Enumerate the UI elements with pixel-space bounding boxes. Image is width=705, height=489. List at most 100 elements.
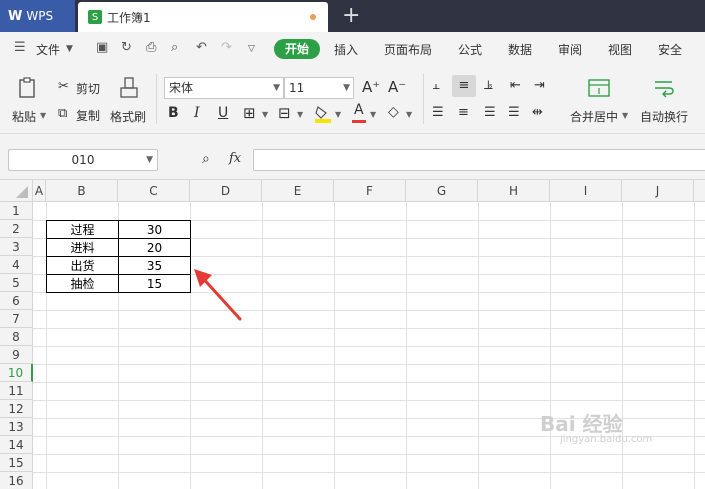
row-header[interactable]: 16 [0, 472, 33, 489]
decrease-indent-icon[interactable]: ⇤ [510, 78, 521, 93]
undo-icon[interactable]: ↶ [196, 40, 207, 55]
fx-icon[interactable]: fx [229, 151, 241, 166]
row-header[interactable]: 4 [0, 256, 33, 274]
merge-center-icon[interactable] [587, 76, 611, 100]
align-right-icon[interactable]: ☰ [484, 105, 496, 120]
column-header[interactable]: D [190, 180, 262, 202]
table-cell[interactable]: 进料 [47, 239, 118, 257]
row-header[interactable]: 14 [0, 436, 33, 454]
font-name-select[interactable]: 宋体 ▼ [164, 77, 284, 99]
column-header[interactable]: E [262, 180, 334, 202]
tab-start[interactable]: 开始 [274, 39, 320, 59]
bold-button[interactable]: B [168, 105, 179, 121]
table-cell[interactable]: 过程 [47, 221, 118, 239]
font-size-select[interactable]: 11 ▼ [284, 77, 354, 99]
justify-icon[interactable]: ☰ [508, 105, 520, 120]
row-header[interactable]: 8 [0, 328, 33, 346]
table-cell[interactable]: 抽检 [47, 275, 118, 293]
paste-label[interactable]: 粘贴 [12, 108, 36, 125]
tab-view[interactable]: 视图 [608, 41, 632, 58]
fill-color-icon[interactable] [314, 104, 332, 124]
column-header[interactable]: A [33, 180, 46, 202]
tab-review[interactable]: 审阅 [558, 41, 582, 58]
increase-indent-icon[interactable]: ⇥ [534, 78, 545, 93]
zoom-search-icon[interactable]: ⌕ [202, 151, 210, 167]
formula-input[interactable] [253, 149, 705, 171]
shrink-font-button[interactable]: A⁻ [388, 78, 406, 96]
table-cell[interactable]: 出货 [47, 257, 118, 275]
spreadsheet-grid[interactable]: A B C D E F G H I J 1 2 3 4 5 6 7 8 9 10… [0, 180, 705, 489]
export-icon[interactable]: ↻ [121, 40, 132, 55]
row-header[interactable]: 7 [0, 310, 33, 328]
align-left-icon[interactable]: ☰ [432, 105, 444, 120]
align-center-icon[interactable]: ≡ [458, 105, 469, 120]
merge-dropdown-icon[interactable]: ▼ [622, 111, 628, 120]
column-header[interactable]: B [46, 180, 118, 202]
row-header[interactable]: 3 [0, 238, 33, 256]
tab-data[interactable]: 数据 [508, 41, 532, 58]
row-header[interactable]: 13 [0, 418, 33, 436]
border-icon[interactable]: ⊞ [243, 104, 256, 122]
row-header[interactable]: 5 [0, 274, 33, 292]
align-top-icon[interactable]: ⫠ [432, 78, 440, 93]
table-cell[interactable]: 15 [119, 275, 190, 293]
border-dropdown-icon[interactable]: ▼ [262, 110, 268, 119]
grow-font-button[interactable]: A⁺ [362, 78, 380, 96]
auto-wrap-icon[interactable] [652, 76, 676, 100]
file-dropdown-icon[interactable]: ▼ [66, 44, 73, 54]
name-box[interactable]: 010 ▼ [8, 149, 158, 171]
align-middle-icon[interactable]: ≡ [452, 75, 476, 97]
row-header[interactable]: 1 [0, 202, 33, 220]
underline-button[interactable]: U [218, 105, 228, 121]
format-painter-icon[interactable] [118, 76, 140, 100]
column-header[interactable]: J [622, 180, 694, 202]
clear-format-icon[interactable]: ◇ [388, 104, 399, 120]
table-cell[interactable]: 35 [119, 257, 190, 275]
column-header[interactable]: H [478, 180, 550, 202]
tab-page-layout[interactable]: 页面布局 [384, 41, 432, 58]
tab-insert[interactable]: 插入 [334, 41, 358, 58]
redo-icon[interactable]: ↷ [221, 40, 232, 55]
clear-format-dropdown-icon[interactable]: ▼ [406, 110, 412, 119]
cell-style-dropdown-icon[interactable]: ▼ [297, 110, 303, 119]
merge-center-button[interactable]: 合并居中 [570, 108, 618, 125]
cell-style-icon[interactable]: ⊟ [278, 104, 291, 122]
row-header[interactable]: 6 [0, 292, 33, 310]
wps-home-tab[interactable]: W WPS [0, 0, 75, 32]
row-header[interactable]: 15 [0, 454, 33, 472]
document-tab[interactable]: S 工作簿1 [78, 2, 328, 32]
row-header[interactable]: 9 [0, 346, 33, 364]
hamburger-icon[interactable]: ☰ [14, 40, 26, 55]
auto-wrap-button[interactable]: 自动换行 [640, 108, 688, 125]
table-cell[interactable]: 30 [119, 221, 190, 239]
font-color-dropdown-icon[interactable]: ▼ [370, 110, 376, 119]
new-tab-button[interactable]: + [342, 3, 360, 28]
select-all-corner[interactable] [0, 180, 33, 202]
align-bottom-icon[interactable]: ⫡ [484, 78, 493, 93]
column-header[interactable]: I [550, 180, 622, 202]
row-header-selected[interactable]: 10 [0, 364, 33, 382]
fill-color-dropdown-icon[interactable]: ▼ [335, 110, 341, 119]
copy-button[interactable]: 复制 [76, 107, 100, 124]
row-header[interactable]: 11 [0, 382, 33, 400]
customize-dropdown-icon[interactable]: ▽ [248, 44, 255, 54]
distributed-align-icon[interactable]: ⇹ [532, 105, 543, 120]
column-header[interactable]: C [118, 180, 190, 202]
tab-security[interactable]: 安全 [658, 41, 682, 58]
format-painter-button[interactable]: 格式刷 [110, 108, 146, 125]
cut-button[interactable]: 剪切 [76, 80, 100, 97]
row-header[interactable]: 12 [0, 400, 33, 418]
save-icon[interactable]: ▣ [96, 40, 108, 55]
print-icon[interactable]: ⎙ [146, 40, 156, 55]
cut-icon[interactable]: ✂ [58, 79, 69, 94]
print-preview-icon[interactable]: ⌕ [171, 40, 178, 55]
row-header[interactable]: 2 [0, 220, 33, 238]
column-header[interactable]: G [406, 180, 478, 202]
file-menu[interactable]: 文件 [36, 41, 60, 58]
copy-icon[interactable]: ⧉ [58, 106, 67, 121]
font-color-icon[interactable]: A [351, 102, 367, 124]
tab-formulas[interactable]: 公式 [458, 41, 482, 58]
paste-dropdown-icon[interactable]: ▼ [40, 111, 46, 120]
paste-icon[interactable] [16, 76, 40, 100]
column-header[interactable] [694, 180, 705, 202]
